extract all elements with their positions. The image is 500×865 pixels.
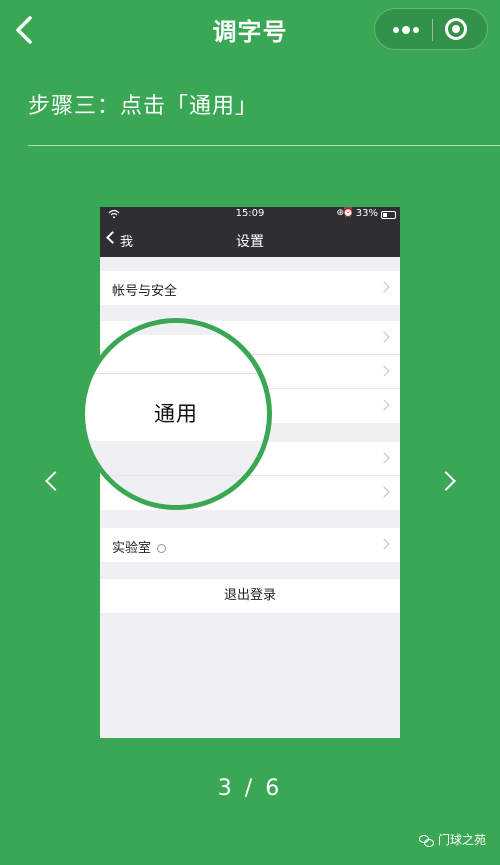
settings-row-label: 帐号与安全 bbox=[112, 284, 178, 299]
alarm-icon: ⏰ bbox=[342, 208, 354, 218]
settings-row-label: 实验室 bbox=[112, 541, 152, 556]
magnified-general-label: 通用 bbox=[154, 402, 198, 426]
close-button[interactable] bbox=[437, 9, 477, 49]
previous-slide-button[interactable] bbox=[45, 471, 65, 491]
more-button[interactable] bbox=[385, 9, 425, 49]
chevron-right-icon bbox=[378, 331, 390, 343]
settings-title: 设置 bbox=[236, 234, 264, 250]
wechat-icon bbox=[418, 834, 434, 847]
page-indicator: 3 / 6 bbox=[217, 776, 283, 801]
magnifier-highlight: 通用 bbox=[80, 318, 272, 510]
chevron-right-icon bbox=[378, 486, 390, 498]
step-title: 步骤三：点击「通用」 bbox=[28, 94, 259, 119]
settings-row-account[interactable]: 帐号与安全 bbox=[100, 271, 400, 305]
status-bar: 15:09 ⊕ ⏰ 33% bbox=[100, 207, 400, 223]
chevron-right-icon bbox=[378, 538, 390, 550]
divider bbox=[28, 145, 500, 146]
watermark: 门球之苑 bbox=[418, 831, 486, 848]
lab-icon bbox=[157, 544, 167, 553]
next-slide-button[interactable] bbox=[436, 471, 456, 491]
settings-row-lab[interactable]: 实验室 bbox=[100, 528, 400, 562]
menu-capsule bbox=[374, 8, 488, 50]
chevron-right-icon bbox=[378, 399, 390, 411]
logout-button[interactable]: 退出登录 bbox=[100, 579, 400, 613]
navbar: 调字号 bbox=[0, 0, 500, 58]
more-dots-icon bbox=[393, 27, 399, 33]
watermark-label: 门球之苑 bbox=[437, 833, 486, 847]
chevron-right-icon bbox=[378, 281, 390, 293]
battery-percent: 33% bbox=[355, 208, 378, 219]
chevron-right-icon bbox=[378, 452, 390, 464]
settings-header: 我 设置 bbox=[100, 223, 400, 257]
capsule-divider bbox=[432, 19, 433, 41]
battery-icon bbox=[381, 211, 396, 219]
chevron-right-icon bbox=[378, 365, 390, 377]
